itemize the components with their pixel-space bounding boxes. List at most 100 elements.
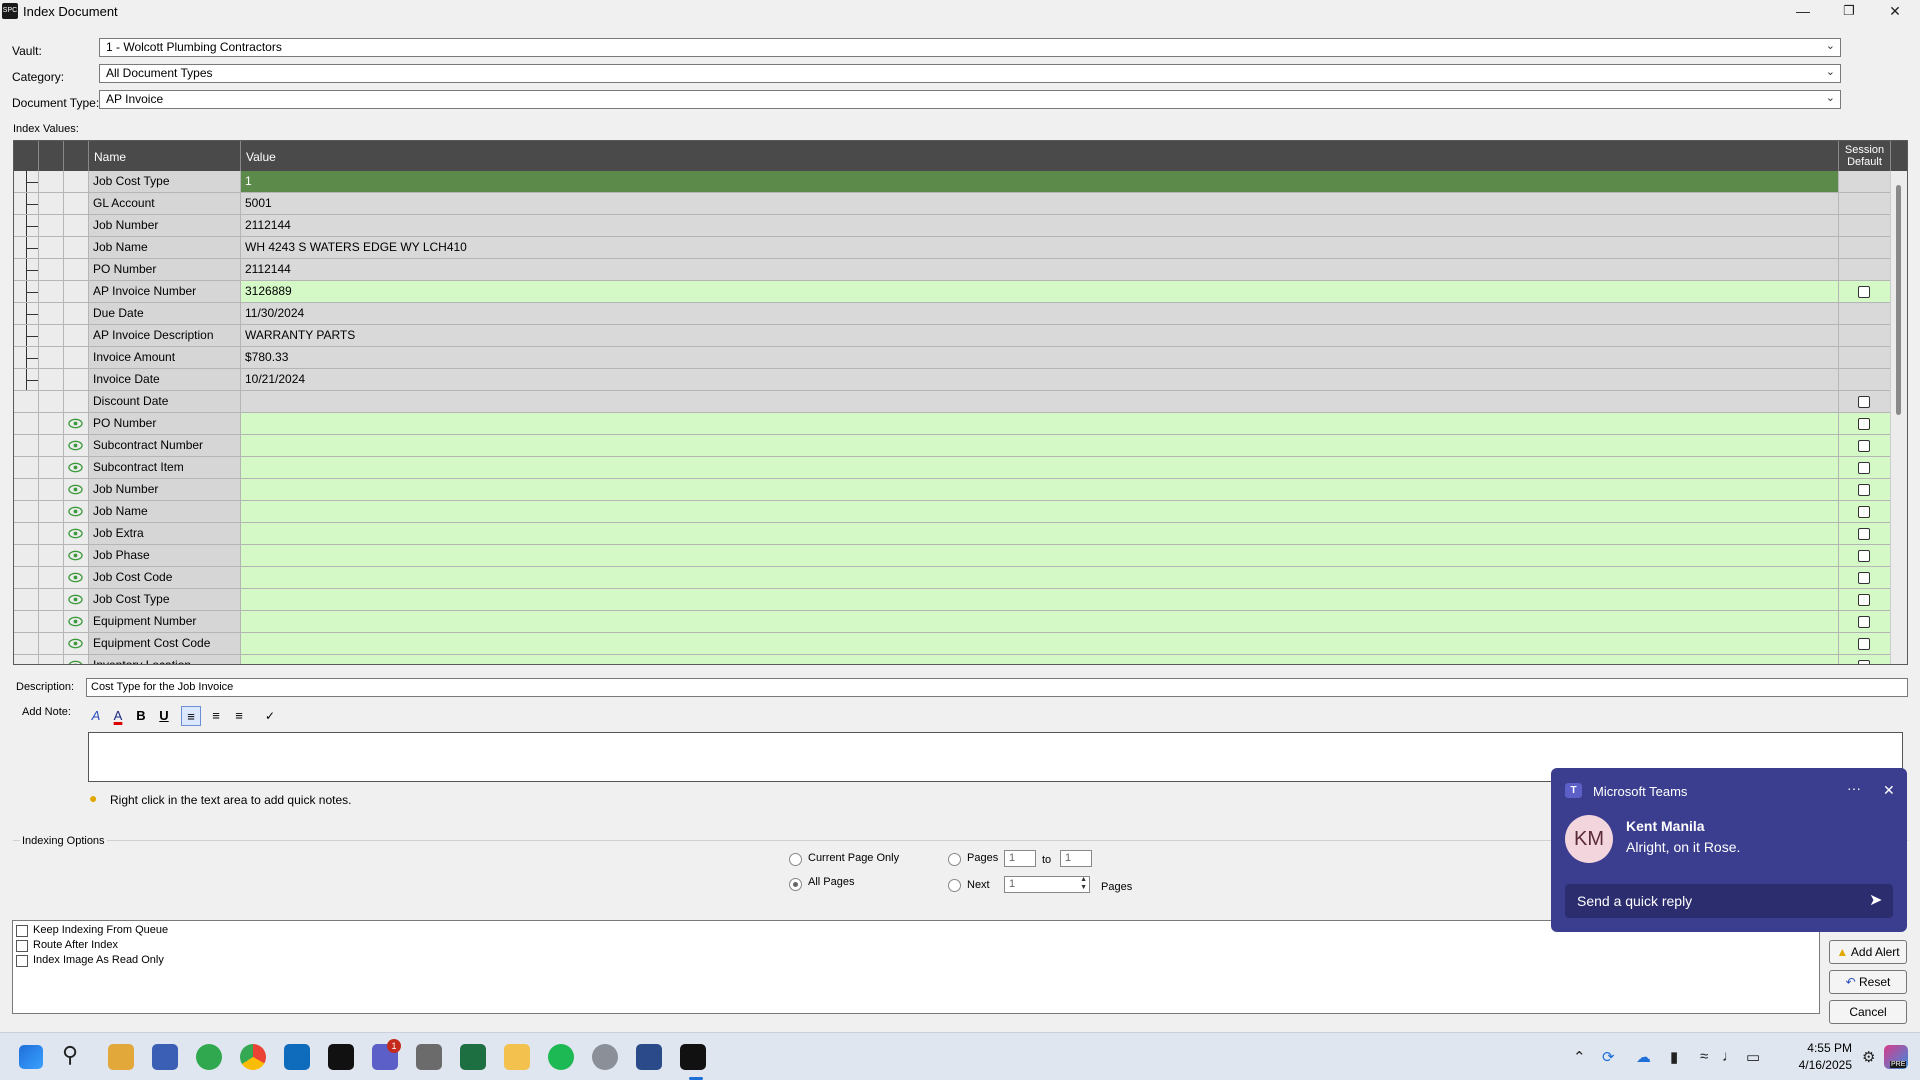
row-selector-cell[interactable] <box>14 655 39 664</box>
table-row[interactable]: Due Date 11/30/2024 <box>14 303 1907 325</box>
table-row[interactable]: Job Cost Type <box>14 589 1907 611</box>
table-row[interactable]: Subcontract Number <box>14 435 1907 457</box>
row-selector-cell[interactable] <box>14 281 39 303</box>
session-default-checkbox[interactable] <box>1858 660 1870 664</box>
keep-indexing-checkbox[interactable] <box>16 925 28 937</box>
row-selector-cell[interactable] <box>14 347 39 369</box>
calculator-icon[interactable] <box>416 1044 442 1070</box>
value-column-header[interactable]: Value <box>241 141 1839 171</box>
pages-to-input[interactable]: 1 <box>1060 850 1092 867</box>
close-notification-icon[interactable]: ✕ <box>1883 782 1895 799</box>
current-page-only-radio[interactable] <box>789 853 802 866</box>
row-selector-cell[interactable] <box>14 589 39 611</box>
next-pages-stepper[interactable]: 1 ▲ ▼ <box>1004 876 1090 893</box>
field-value-cell[interactable] <box>241 523 1839 545</box>
field-value-cell[interactable]: 11/30/2024 <box>241 303 1839 325</box>
table-row[interactable]: AP Invoice Number 3126889 <box>14 281 1907 303</box>
field-value-cell[interactable] <box>241 655 1839 664</box>
session-default-checkbox[interactable] <box>1858 638 1870 650</box>
eye-icon[interactable] <box>68 505 83 518</box>
app-black-icon[interactable] <box>328 1044 354 1070</box>
restore-button[interactable]: ❐ <box>1826 0 1872 23</box>
route-after-index-checkbox[interactable] <box>16 940 28 952</box>
spellcheck-icon[interactable]: ✓ <box>260 706 280 726</box>
row-selector-cell[interactable] <box>14 215 39 237</box>
highlight-icon[interactable]: A <box>86 706 106 726</box>
field-value-cell[interactable] <box>241 435 1839 457</box>
table-row[interactable]: GL Account 5001 <box>14 193 1907 215</box>
spinner-arrows-icon[interactable]: ▲ ▼ <box>1080 876 1087 892</box>
teams-notification[interactable]: T Microsoft Teams ··· ✕ KM Kent Manila A… <box>1551 768 1907 932</box>
field-value-cell[interactable]: WARRANTY PARTS <box>241 325 1839 347</box>
eye-icon[interactable] <box>68 615 83 628</box>
session-default-checkbox[interactable] <box>1858 572 1870 584</box>
align-left-icon[interactable]: ≡ <box>181 706 201 726</box>
eye-icon[interactable] <box>68 483 83 496</box>
table-row[interactable]: PO Number <box>14 413 1907 435</box>
doctype-select[interactable]: AP Invoice ⌄ <box>99 90 1841 109</box>
cancel-button[interactable]: Cancel <box>1829 1000 1907 1024</box>
field-value-cell[interactable]: 2112144 <box>241 259 1839 281</box>
field-value-cell[interactable] <box>241 457 1839 479</box>
row-selector-cell[interactable] <box>14 303 39 325</box>
row-selector-cell[interactable] <box>14 391 39 413</box>
row-selector-cell[interactable] <box>14 545 39 567</box>
row-selector-cell[interactable] <box>14 567 39 589</box>
eye-icon[interactable] <box>68 637 83 650</box>
font-color-icon[interactable]: A <box>108 706 128 726</box>
eye-icon[interactable] <box>68 593 83 606</box>
clock-date[interactable]: 4/16/2025 <box>1784 1058 1852 1072</box>
microphone-icon[interactable]: ▮ <box>1670 1048 1678 1066</box>
table-row[interactable]: Job Number 2112144 <box>14 215 1907 237</box>
row-selector-cell[interactable] <box>14 501 39 523</box>
row-selector-cell[interactable] <box>14 479 39 501</box>
eye-icon[interactable] <box>68 527 83 540</box>
field-value-cell[interactable] <box>241 501 1839 523</box>
field-value-cell[interactable]: 3126889 <box>241 281 1839 303</box>
sync-icon[interactable]: ⟳ <box>1602 1048 1615 1066</box>
field-value-cell[interactable]: WH 4243 S WATERS EDGE WY LCH410 <box>241 237 1839 259</box>
table-row[interactable]: PO Number 2112144 <box>14 259 1907 281</box>
table-row[interactable]: Job Number <box>14 479 1907 501</box>
table-row[interactable]: Invoice Amount $780.33 <box>14 347 1907 369</box>
next-radio[interactable] <box>948 879 961 892</box>
battery-icon[interactable]: ▭ <box>1746 1048 1760 1066</box>
eye-icon[interactable] <box>68 417 83 430</box>
session-default-checkbox[interactable] <box>1858 528 1870 540</box>
name-column-header[interactable]: Name <box>89 141 241 171</box>
windows-start-icon[interactable] <box>19 1045 43 1069</box>
category-select[interactable]: All Document Types ⌄ <box>99 64 1841 83</box>
chevron-up-icon[interactable]: ⌃ <box>1573 1048 1586 1066</box>
row-selector-cell[interactable] <box>14 325 39 347</box>
table-row[interactable]: Equipment Cost Code <box>14 633 1907 655</box>
align-center-icon[interactable]: ≡ <box>206 706 226 726</box>
gear-icon[interactable]: ⚙ <box>1862 1048 1875 1066</box>
spc-app-icon[interactable] <box>680 1044 706 1070</box>
field-value-cell[interactable] <box>241 545 1839 567</box>
align-right-icon[interactable]: ≡ <box>229 706 249 726</box>
session-default-checkbox[interactable] <box>1858 418 1870 430</box>
vault-select[interactable]: 1 - Wolcott Plumbing Contractors ⌄ <box>99 38 1841 57</box>
close-button[interactable]: ✕ <box>1872 0 1918 23</box>
field-value-cell[interactable] <box>241 589 1839 611</box>
app-green-icon[interactable] <box>196 1044 222 1070</box>
add-alert-button[interactable]: ▲ Add Alert <box>1829 940 1907 964</box>
row-selector-cell[interactable] <box>14 171 39 193</box>
field-value-cell[interactable]: 2112144 <box>241 215 1839 237</box>
table-row[interactable]: Subcontract Item <box>14 457 1907 479</box>
excel-icon[interactable] <box>460 1044 486 1070</box>
session-default-checkbox[interactable] <box>1858 484 1870 496</box>
field-value-cell[interactable]: $780.33 <box>241 347 1839 369</box>
pages-radio[interactable] <box>948 853 961 866</box>
eye-icon[interactable] <box>68 571 83 584</box>
session-default-checkbox[interactable] <box>1858 550 1870 562</box>
session-default-checkbox[interactable] <box>1858 616 1870 628</box>
field-value-cell[interactable] <box>241 479 1839 501</box>
grid-scrollbar[interactable] <box>1890 171 1907 664</box>
row-selector-cell[interactable] <box>14 611 39 633</box>
spotify-icon[interactable] <box>548 1044 574 1070</box>
settings-gear-icon[interactable] <box>592 1044 618 1070</box>
row-selector-cell[interactable] <box>14 259 39 281</box>
session-default-checkbox[interactable] <box>1858 440 1870 452</box>
scrollbar-thumb[interactable] <box>1896 185 1901 415</box>
